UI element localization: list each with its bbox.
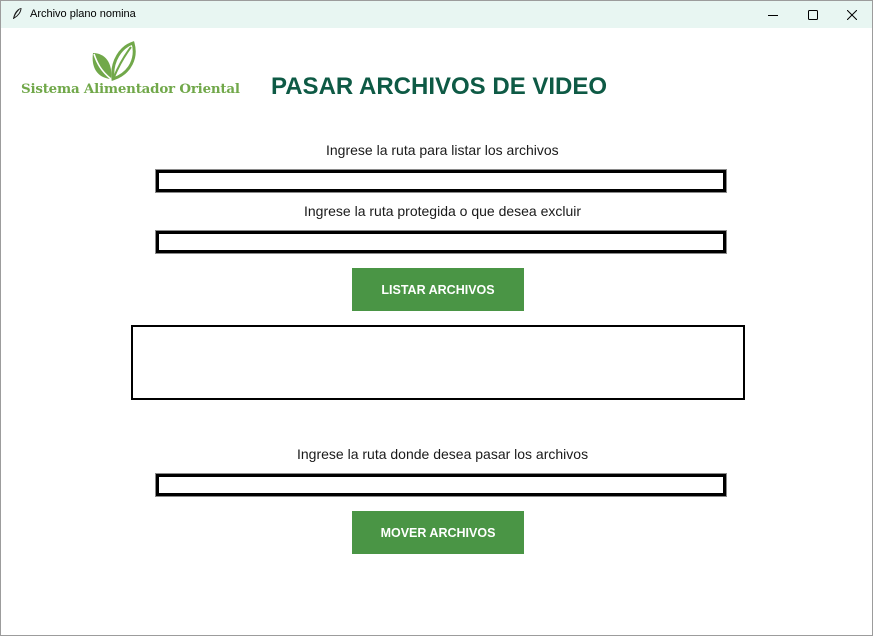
title-bar[interactable]: Archivo plano nomina bbox=[1, 1, 872, 28]
destination-path-label: Ingrese la ruta donde desea pasar los ar… bbox=[297, 446, 589, 462]
exclude-path-label: Ingrese la ruta protegida o que desea ex… bbox=[304, 203, 582, 219]
exclude-path-input[interactable] bbox=[156, 231, 726, 253]
minimize-icon bbox=[768, 14, 778, 16]
list-files-button[interactable]: LISTAR ARCHIVOS bbox=[352, 268, 524, 311]
list-path-label: Ingrese la ruta para listar los archivos bbox=[326, 142, 559, 158]
close-icon bbox=[847, 9, 857, 20]
app-window: Archivo plano nomina Sistema Alimentador… bbox=[0, 0, 873, 636]
main-content: Sistema Alimentador Oriental PASAR ARCHI… bbox=[1, 28, 872, 635]
destination-path-input[interactable] bbox=[156, 474, 726, 496]
file-list-box[interactable] bbox=[131, 325, 745, 400]
list-path-input[interactable] bbox=[156, 170, 726, 192]
page-title: PASAR ARCHIVOS DE VIDEO bbox=[271, 73, 608, 100]
close-button[interactable] bbox=[829, 1, 873, 28]
move-files-button[interactable]: MOVER ARCHIVOS bbox=[352, 511, 524, 554]
leaf-icon bbox=[92, 41, 136, 82]
window-title: Archivo plano nomina bbox=[30, 8, 136, 20]
logo-text: Sistema Alimentador Oriental bbox=[21, 81, 240, 97]
maximize-icon bbox=[808, 9, 818, 20]
feather-icon bbox=[13, 7, 22, 19]
